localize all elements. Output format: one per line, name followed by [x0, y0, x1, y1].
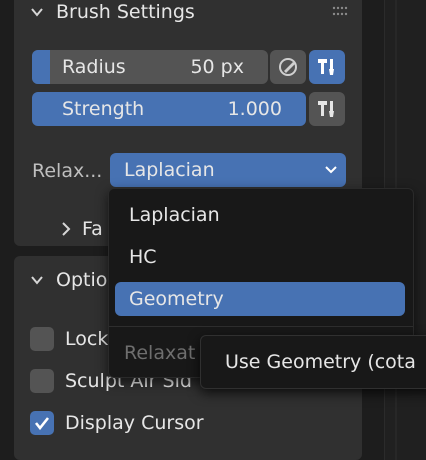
sculpt-checkbox[interactable] [30, 369, 54, 393]
menu-item-laplacian[interactable]: Laplacian [115, 198, 405, 232]
menu-description: Relaxat [124, 342, 196, 364]
strength-label: Strength [62, 98, 145, 120]
display-cursor-label: Display Cursor [65, 412, 204, 434]
strength-unified-pin-button[interactable] [309, 92, 345, 126]
relax-mode-label: Relax... [32, 160, 103, 182]
radius-unified-pin-button[interactable] [309, 50, 345, 84]
brush-settings-title: Brush Settings [56, 1, 195, 23]
menu-divider [109, 326, 413, 327]
menu-item-label: HC [129, 246, 157, 268]
chevron-right-icon [62, 222, 71, 236]
lock-label: Lock [65, 328, 109, 350]
radius-pressure-button[interactable] [270, 50, 306, 84]
radius-slider[interactable]: Radius 50 px [32, 50, 268, 84]
drag-grip-icon[interactable] [332, 6, 348, 16]
lock-checkbox[interactable] [30, 327, 54, 351]
chevron-down-icon [325, 166, 337, 174]
falloff-subpanel-header[interactable]: Fa [60, 218, 103, 240]
brush-settings-header[interactable]: Brush Settings [14, 0, 362, 32]
menu-item-label: Geometry [129, 288, 224, 310]
falloff-label: Fa [82, 218, 103, 240]
chevron-down-icon [31, 276, 43, 285]
geometry-tooltip: Use Geometry (cota [200, 335, 426, 389]
display-cursor-option[interactable]: Display Cursor [30, 408, 204, 438]
radius-slider-fill [32, 50, 50, 84]
pressure-pen-icon [279, 58, 297, 76]
chevron-down-icon [31, 8, 43, 17]
radius-label: Radius [62, 56, 126, 78]
menu-item-geometry[interactable]: Geometry [115, 282, 405, 316]
strength-value: 1.000 [227, 98, 282, 120]
pin-icon [318, 101, 334, 117]
tooltip-text: Use Geometry (cota [225, 351, 416, 373]
menu-item-label: Laplacian [129, 204, 220, 226]
pin-icon [318, 59, 334, 75]
relax-mode-value: Laplacian [124, 159, 215, 181]
checkmark-icon [34, 417, 50, 431]
radius-value: 50 px [190, 56, 244, 78]
menu-item-hc[interactable]: HC [115, 240, 405, 274]
display-cursor-checkbox[interactable] [30, 411, 54, 435]
relax-mode-dropdown[interactable]: Laplacian [110, 153, 346, 187]
options-title: Optio [56, 269, 108, 291]
lock-option[interactable]: Lock [30, 324, 108, 354]
strength-slider[interactable]: Strength 1.000 [32, 92, 306, 126]
